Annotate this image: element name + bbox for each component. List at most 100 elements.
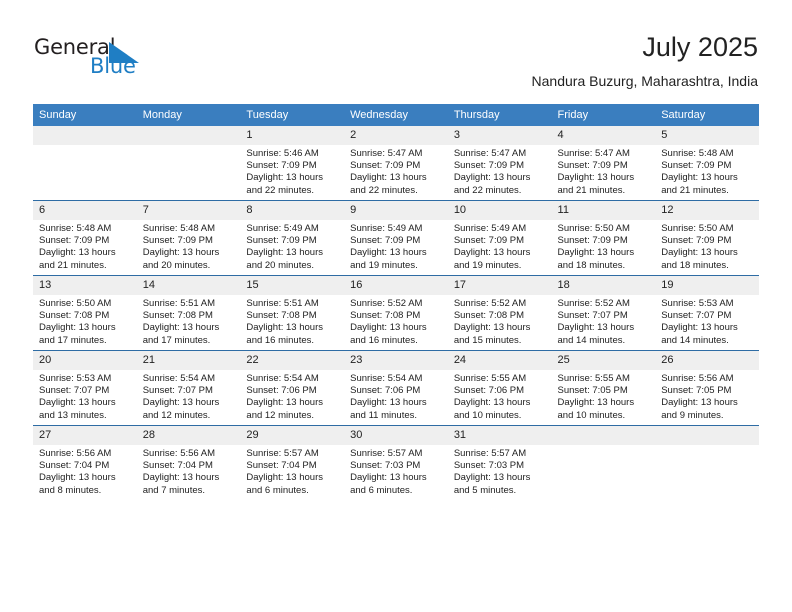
- sunrise-text: Sunrise: 5:54 AM: [142, 373, 216, 384]
- daylight-text-line1: Daylight: 13 hours: [350, 322, 427, 334]
- sunset-text: Sunset: 7:03 PM: [350, 460, 421, 472]
- sunset-text: Sunset: 7:04 PM: [39, 460, 110, 472]
- day-details: Sunrise: 5:51 AM Sunset: 7:08 PM Daylight:…: [240, 295, 344, 347]
- daylight-text-line1: Daylight: 13 hours: [142, 472, 220, 484]
- day-details: Sunrise: 5:52 AM Sunset: 7:08 PM Daylight:…: [448, 295, 552, 347]
- day-details: Sunrise: 5:48 AM Sunset: 7:09 PM Daylight:…: [655, 145, 759, 197]
- sunset-text: Sunset: 7:09 PM: [661, 235, 732, 247]
- daylight-text-line2: and 17 minutes.: [142, 334, 211, 346]
- sunset-text: Sunset: 7:09 PM: [350, 235, 421, 247]
- sunrise-text: Sunrise: 5:51 AM: [142, 298, 216, 309]
- sunrise-text: Sunrise: 5:57 AM: [453, 448, 527, 459]
- sunrise-text: Sunrise: 5:51 AM: [246, 298, 319, 309]
- daylight-text-line1: Daylight: 13 hours: [453, 247, 531, 259]
- day-details: Sunrise: 5:48 AM Sunset: 7:09 PM Daylight:…: [137, 220, 241, 272]
- day-number: [551, 426, 656, 445]
- calendar-day-cell[interactable]: 8 Sunrise: 5:49 AM Sunset: 7:09 PM Daylight…: [240, 200, 345, 276]
- day-details: Sunrise: 5:52 AM Sunset: 7:07 PM Daylight:…: [552, 295, 656, 347]
- day-details: Sunrise: 5:53 AM Sunset: 7:07 PM Daylight:…: [655, 295, 759, 347]
- day-number: 12: [655, 201, 759, 220]
- calendar-day-cell[interactable]: 10 Sunrise: 5:49 AM Sunset: 7:09 PM Dayligh…: [447, 200, 552, 276]
- daylight-text-line2: and 22 minutes.: [246, 184, 315, 196]
- calendar-day-cell-empty: [655, 425, 759, 500]
- sunrise-text: Sunrise: 5:52 AM: [557, 298, 630, 309]
- calendar-day-cell[interactable]: 26 Sunrise: 5:56 AM Sunset: 7:05 PM Dayligh…: [655, 350, 759, 426]
- sunset-text: Sunset: 7:07 PM: [661, 310, 732, 322]
- day-number: 3: [447, 126, 552, 145]
- sunset-text: Sunset: 7:09 PM: [557, 160, 628, 172]
- sunrise-text: Sunrise: 5:54 AM: [350, 373, 423, 384]
- calendar-day-cell[interactable]: 18 Sunrise: 5:52 AM Sunset: 7:07 PM Dayligh…: [551, 275, 656, 351]
- daylight-text-line1: Daylight: 13 hours: [557, 172, 635, 184]
- day-number: 6: [33, 201, 137, 220]
- calendar-day-cell[interactable]: 29 Sunrise: 5:57 AM Sunset: 7:04 PM Dayligh…: [240, 425, 345, 500]
- calendar-day-cell[interactable]: 23 Sunrise: 5:54 AM Sunset: 7:06 PM Dayligh…: [344, 350, 448, 426]
- calendar-day-cell[interactable]: 21 Sunrise: 5:54 AM Sunset: 7:07 PM Dayligh…: [136, 350, 241, 426]
- day-number: 13: [33, 276, 137, 295]
- day-number: 5: [655, 126, 759, 145]
- daylight-text-line1: Daylight: 13 hours: [661, 247, 738, 259]
- calendar-day-cell[interactable]: 6 Sunrise: 5:48 AM Sunset: 7:09 PM Daylight…: [33, 200, 137, 276]
- sunrise-text: Sunrise: 5:56 AM: [142, 448, 216, 459]
- calendar-day-cell[interactable]: 24 Sunrise: 5:55 AM Sunset: 7:06 PM Dayligh…: [447, 350, 552, 426]
- daylight-text-line2: and 14 minutes.: [557, 334, 626, 346]
- calendar-day-cell[interactable]: 28 Sunrise: 5:56 AM Sunset: 7:04 PM Dayligh…: [136, 425, 241, 500]
- sunset-text: Sunset: 7:04 PM: [142, 460, 213, 472]
- calendar-day-cell[interactable]: 13 Sunrise: 5:50 AM Sunset: 7:08 PM Dayligh…: [33, 275, 137, 351]
- daylight-text-line2: and 7 minutes.: [142, 484, 206, 496]
- day-details: Sunrise: 5:49 AM Sunset: 7:09 PM Daylight:…: [448, 220, 552, 272]
- calendar-day-cell[interactable]: 19 Sunrise: 5:53 AM Sunset: 7:07 PM Dayligh…: [655, 275, 759, 351]
- day-details: Sunrise: 5:56 AM Sunset: 7:04 PM Daylight:…: [137, 445, 241, 497]
- day-details: Sunrise: 5:49 AM Sunset: 7:09 PM Daylight:…: [344, 220, 448, 272]
- calendar-day-cell[interactable]: 11 Sunrise: 5:50 AM Sunset: 7:09 PM Dayligh…: [551, 200, 656, 276]
- day-details: Sunrise: 5:52 AM Sunset: 7:08 PM Daylight:…: [344, 295, 448, 347]
- sunset-text: Sunset: 7:04 PM: [246, 460, 317, 472]
- calendar-day-cell[interactable]: 5 Sunrise: 5:48 AM Sunset: 7:09 PM Daylight…: [655, 126, 759, 201]
- sunrise-text: Sunrise: 5:57 AM: [246, 448, 319, 459]
- day-number: 11: [551, 201, 656, 220]
- calendar-day-cell[interactable]: 30 Sunrise: 5:57 AM Sunset: 7:03 PM Dayligh…: [344, 425, 448, 500]
- sunset-text: Sunset: 7:09 PM: [142, 235, 213, 247]
- sunset-text: Sunset: 7:06 PM: [453, 385, 525, 397]
- weekday-header-friday: Friday: [551, 104, 656, 126]
- day-details: Sunrise: 5:57 AM Sunset: 7:04 PM Daylight:…: [240, 445, 344, 497]
- calendar-day-cell[interactable]: 20 Sunrise: 5:53 AM Sunset: 7:07 PM Dayligh…: [33, 350, 137, 426]
- day-number: 21: [136, 351, 241, 370]
- calendar-day-cell[interactable]: 3 Sunrise: 5:47 AM Sunset: 7:09 PM Daylight…: [447, 126, 552, 201]
- daylight-text-line1: Daylight: 13 hours: [453, 472, 531, 484]
- daylight-text-line1: Daylight: 13 hours: [557, 397, 635, 409]
- calendar-day-cell[interactable]: 14 Sunrise: 5:51 AM Sunset: 7:08 PM Dayligh…: [136, 275, 241, 351]
- page-header: General Blue July 2025 Nandura Buzurg, M…: [0, 0, 792, 100]
- calendar-day-cell[interactable]: 4 Sunrise: 5:47 AM Sunset: 7:09 PM Daylight…: [551, 126, 656, 201]
- day-details: Sunrise: 5:54 AM Sunset: 7:06 PM Daylight:…: [240, 370, 344, 422]
- calendar-day-cell[interactable]: 2 Sunrise: 5:47 AM Sunset: 7:09 PM Daylight…: [344, 126, 448, 201]
- sunset-text: Sunset: 7:08 PM: [39, 310, 110, 322]
- calendar-day-cell[interactable]: 7 Sunrise: 5:48 AM Sunset: 7:09 PM Daylight…: [136, 200, 241, 276]
- sunrise-text: Sunrise: 5:54 AM: [246, 373, 319, 384]
- calendar-day-cell[interactable]: 16 Sunrise: 5:52 AM Sunset: 7:08 PM Dayligh…: [344, 275, 448, 351]
- daylight-text-line2: and 17 minutes.: [39, 334, 107, 346]
- calendar-day-cell[interactable]: 31 Sunrise: 5:57 AM Sunset: 7:03 PM Dayligh…: [447, 425, 552, 500]
- day-details: Sunrise: 5:46 AM Sunset: 7:09 PM Daylight:…: [240, 145, 344, 197]
- calendar-day-cell[interactable]: 17 Sunrise: 5:52 AM Sunset: 7:08 PM Dayligh…: [447, 275, 552, 351]
- daylight-text-line1: Daylight: 13 hours: [246, 322, 323, 334]
- calendar-day-cell[interactable]: 9 Sunrise: 5:49 AM Sunset: 7:09 PM Daylight…: [344, 200, 448, 276]
- day-number: 23: [344, 351, 448, 370]
- daylight-text-line2: and 19 minutes.: [453, 259, 522, 271]
- calendar-day-cell[interactable]: 25 Sunrise: 5:55 AM Sunset: 7:05 PM Dayligh…: [551, 350, 656, 426]
- day-details: Sunrise: 5:47 AM Sunset: 7:09 PM Daylight:…: [344, 145, 448, 197]
- calendar-day-cell[interactable]: 12 Sunrise: 5:50 AM Sunset: 7:09 PM Dayligh…: [655, 200, 759, 276]
- calendar-day-cell[interactable]: 27 Sunrise: 5:56 AM Sunset: 7:04 PM Dayligh…: [33, 425, 137, 500]
- calendar-day-cell[interactable]: 15 Sunrise: 5:51 AM Sunset: 7:08 PM Dayligh…: [240, 275, 345, 351]
- day-details: Sunrise: 5:48 AM Sunset: 7:09 PM Daylight:…: [33, 220, 137, 272]
- calendar-day-cell[interactable]: 22 Sunrise: 5:54 AM Sunset: 7:06 PM Dayligh…: [240, 350, 345, 426]
- daylight-text-line2: and 21 minutes.: [661, 184, 729, 196]
- daylight-text-line2: and 18 minutes.: [661, 259, 729, 271]
- calendar-week-row: 13 Sunrise: 5:50 AM Sunset: 7:08 PM Dayligh…: [33, 275, 759, 351]
- daylight-text-line1: Daylight: 13 hours: [557, 247, 635, 259]
- calendar-day-cell[interactable]: 1 Sunrise: 5:46 AM Sunset: 7:09 PM Daylight…: [240, 126, 345, 201]
- day-number: 30: [344, 426, 448, 445]
- weekday-header-wednesday: Wednesday: [344, 104, 448, 126]
- general-blue-logo[interactable]: General Blue: [34, 36, 164, 84]
- daylight-text-line2: and 19 minutes.: [350, 259, 418, 271]
